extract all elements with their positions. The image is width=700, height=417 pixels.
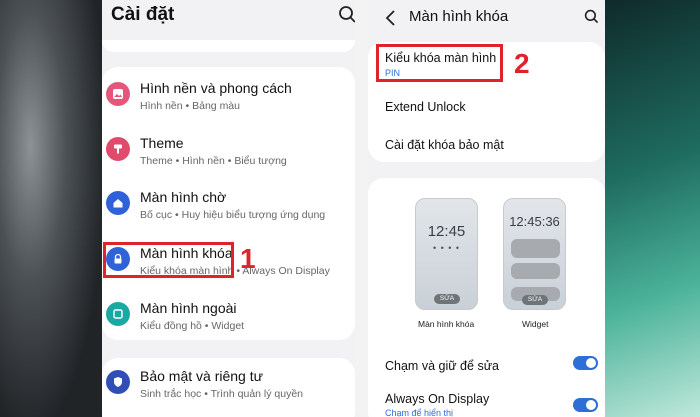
home-icon [106, 191, 130, 215]
step-2-number: 2 [514, 48, 530, 79]
lock-screen-settings: Màn hình khóa Kiểu khóa màn hình PIN Ext… [368, 0, 605, 417]
touch-edit-toggle[interactable] [573, 356, 598, 370]
edit-widget-button[interactable]: SỬA [522, 295, 548, 305]
security-card: Bảo mật và riêng tư Sinh trắc học • Trìn… [102, 358, 355, 417]
background-left [0, 0, 102, 417]
aod-toggle[interactable] [573, 398, 598, 412]
step-2-highlight [376, 44, 503, 82]
settings-row-security[interactable]: Bảo mật và riêng tư Sinh trắc học • Trìn… [102, 360, 355, 410]
row-title: Hình nền và phong cách [140, 80, 292, 96]
cover-screen-icon [106, 302, 130, 326]
lock-screen-preview-label: Màn hình khóa [418, 319, 475, 329]
row-subtitle: Theme • Hình nền • Biểu tượng [140, 155, 287, 167]
preview-time: 12:45 [427, 223, 466, 240]
settings-row-wallpaper[interactable]: Hình nền và phong cách Hình nền • Bảng m… [102, 72, 355, 122]
row-subtitle: Bố cục • Huy hiệu biểu tượng ứng dụng [140, 209, 326, 221]
row-subtitle: Kiểu đồng hồ • Widget [140, 320, 245, 332]
preview-widget-slot [511, 239, 560, 258]
display-settings-card: Hình nền và phong cách Hình nền • Bảng m… [102, 67, 355, 340]
page-title: Cài đặt [111, 4, 175, 25]
previous-card [102, 40, 355, 75]
row-subtitle: Sinh trắc học • Trình quản lý quyền [140, 388, 304, 400]
theme-icon [106, 137, 130, 161]
secure-lock-settings-item[interactable]: Cài đặt khóa bảo mật [385, 138, 504, 152]
touch-edit-label: Chạm và giữ để sửa [385, 359, 500, 373]
row-title: Màn hình ngoài [140, 300, 237, 316]
lock-screen-header: Màn hình khóa [368, 0, 605, 40]
widget-preview[interactable]: 12:45:36 SỬA [503, 198, 566, 310]
settings-row-theme[interactable]: Theme Theme • Hình nền • Biểu tượng [102, 127, 355, 177]
aod-subtitle: Chạm để hiển thị [385, 408, 454, 417]
widget-preview-label: Widget [522, 319, 549, 329]
step-1-highlight [103, 242, 234, 278]
background-right [605, 0, 700, 417]
settings-screen: Cài đặt Hình nền và phong cách Hình nền … [102, 0, 355, 417]
aod-label: Always On Display [385, 392, 490, 406]
extend-unlock-item[interactable]: Extend Unlock [385, 100, 466, 114]
preview-widget-slot [511, 263, 560, 279]
settings-row-home-screen[interactable]: Màn hình chờ Bố cục • Huy hiệu biểu tượn… [102, 181, 355, 231]
shield-icon [106, 370, 130, 394]
search-icon[interactable] [338, 5, 355, 25]
wallpaper-icon [106, 82, 130, 106]
settings-header: Cài đặt [102, 0, 355, 44]
page-title: Màn hình khóa [409, 8, 509, 25]
preview-time: 12:45:36 [509, 214, 560, 229]
edit-lock-screen-button[interactable]: SỬA [434, 294, 460, 304]
row-subtitle: Hình nền • Bảng màu [140, 100, 240, 112]
lock-preview-card: 12:45 • • • • SỬA Màn hình khóa 12:45:36… [368, 178, 605, 417]
row-title: Theme [140, 135, 184, 151]
background-gap [355, 0, 368, 417]
lock-screen-preview[interactable]: 12:45 • • • • SỬA [415, 198, 478, 310]
search-icon[interactable] [584, 9, 600, 25]
preview-pin-dots: • • • • [432, 243, 461, 253]
step-1-number: 1 [240, 243, 256, 274]
back-icon[interactable] [384, 9, 398, 27]
settings-row-cover-screen[interactable]: Màn hình ngoài Kiểu đồng hồ • Widget [102, 292, 355, 342]
row-title: Bảo mật và riêng tư [140, 368, 263, 384]
row-title: Màn hình chờ [140, 189, 227, 205]
